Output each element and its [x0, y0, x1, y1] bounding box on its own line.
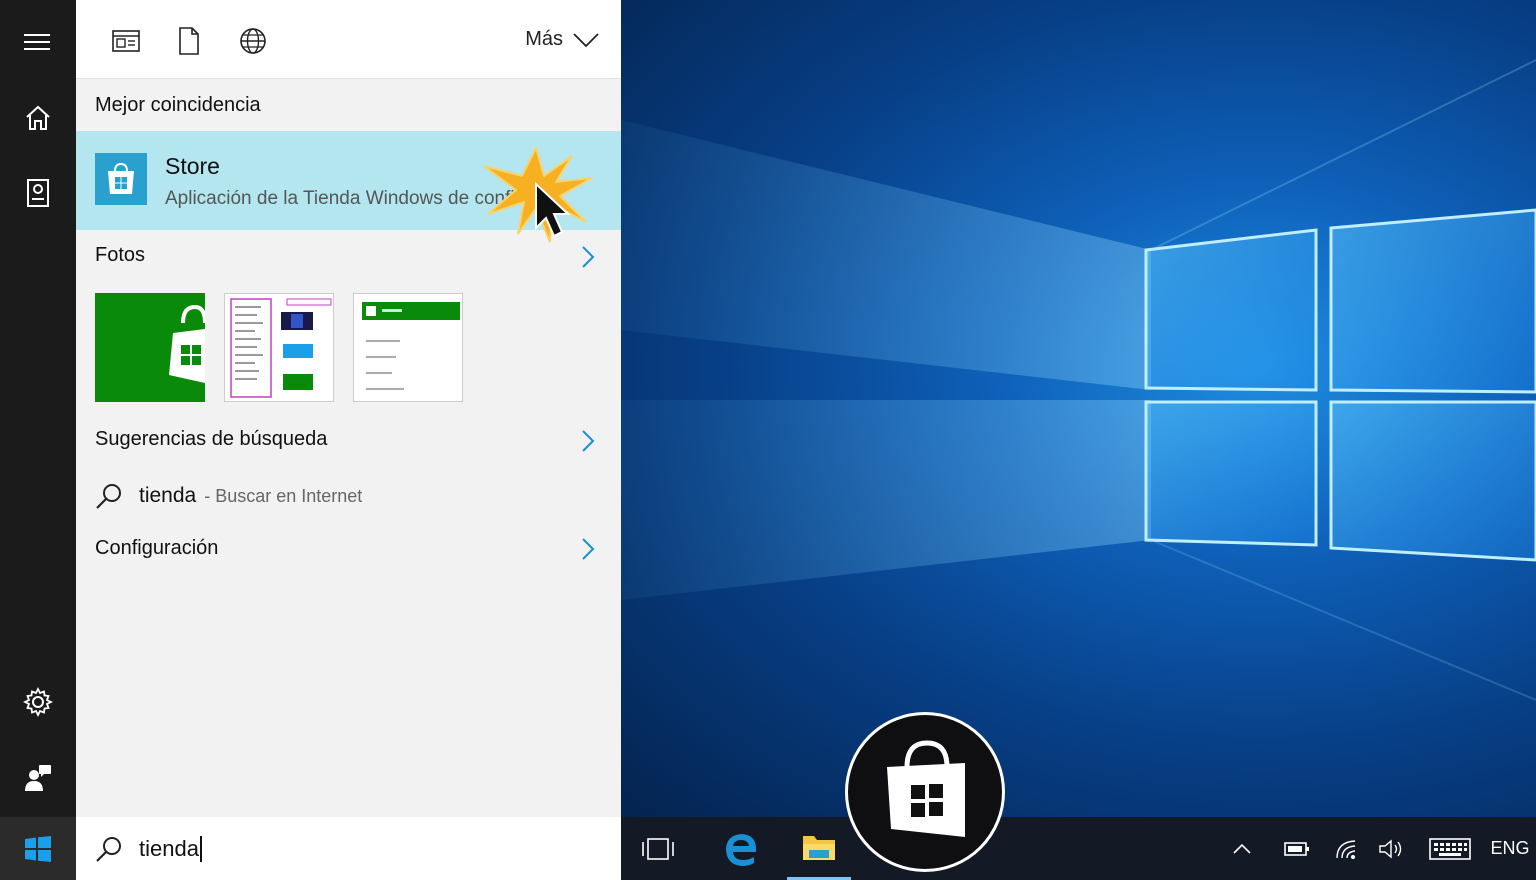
search-suggestions-header[interactable]: Sugerencias de búsqueda	[95, 428, 327, 451]
photos-header[interactable]: Fotos	[95, 244, 145, 267]
notebook-icon	[27, 179, 49, 207]
input-language-button[interactable]: ENG	[1487, 817, 1533, 880]
gear-icon	[23, 687, 53, 717]
documents-filter-button[interactable]	[172, 24, 206, 58]
result-title: Store	[165, 153, 220, 179]
web-filter-button[interactable]	[236, 24, 270, 58]
task-view-icon	[642, 837, 674, 860]
keyboard-icon	[1429, 837, 1471, 860]
settings-button[interactable]	[0, 674, 76, 730]
suggestion-hint: - Buscar en Internet	[204, 485, 363, 506]
chevron-up-icon	[1233, 843, 1251, 854]
suggestions-chevron-right-icon[interactable]	[581, 429, 595, 453]
wifi-icon	[1336, 839, 1356, 859]
store-icon-zoom-callout	[845, 712, 1005, 872]
apps-filter-button[interactable]	[109, 24, 143, 58]
more-filters-button[interactable]: Más	[525, 28, 599, 51]
chevron-down-icon	[573, 32, 599, 47]
folder-icon	[803, 836, 835, 860]
search-box[interactable]: tienda	[76, 817, 621, 880]
click-burst-cursor	[483, 145, 593, 243]
windows-logo-light-beams	[621, 59, 1536, 701]
file-explorer-taskbar-button[interactable]	[787, 817, 851, 880]
edge-taskbar-button[interactable]	[716, 817, 766, 880]
more-label: Más	[525, 28, 563, 50]
store-logo-image	[169, 304, 205, 383]
filter-bar: Más	[76, 0, 621, 79]
volume-button[interactable]	[1373, 817, 1409, 880]
apps-filter-icon	[112, 30, 140, 52]
store-bag-icon	[108, 162, 134, 194]
start-button[interactable]	[0, 817, 76, 880]
battery-icon	[1284, 841, 1309, 856]
language-indicator: ENG	[1490, 838, 1530, 858]
best-match-header: Mejor coincidencia	[95, 94, 261, 116]
store-bag-icon	[887, 740, 965, 837]
settings-header[interactable]: Configuración	[95, 537, 218, 560]
photos-chevron-right-icon[interactable]	[581, 245, 595, 269]
menu-button[interactable]	[0, 14, 76, 70]
notebook-button[interactable]	[0, 165, 76, 221]
hamburger-icon	[24, 34, 50, 50]
documents-filter-icon	[179, 27, 199, 55]
search-icon	[96, 836, 121, 862]
start-left-rail	[0, 0, 76, 880]
globe-icon	[240, 28, 266, 54]
home-button[interactable]	[0, 90, 76, 146]
windows-logo-icon	[25, 835, 51, 862]
task-view-button[interactable]	[633, 817, 683, 880]
store-screenshot-image	[230, 298, 332, 398]
desktop-wallpaper	[621, 0, 1536, 817]
taskbar: ENG	[621, 817, 1536, 880]
search-input[interactable]: tienda	[139, 835, 202, 862]
network-button[interactable]	[1329, 817, 1363, 880]
search-results-panel: Más Mejor coincidencia Store Aplicación …	[76, 0, 621, 817]
feedback-person-icon	[25, 765, 51, 791]
web-suggestion-item[interactable]: tienda - Buscar en Internet	[95, 480, 362, 512]
store-home-screenshot-image	[362, 302, 460, 390]
settings-chevron-right-icon[interactable]	[581, 537, 595, 561]
photo-thumbnail-2[interactable]	[224, 293, 334, 402]
photo-thumbnail-3[interactable]	[353, 293, 463, 402]
store-app-tile	[95, 153, 147, 205]
speaker-icon	[1379, 839, 1402, 858]
edge-browser-icon	[726, 833, 756, 866]
feedback-button[interactable]	[0, 750, 76, 806]
photo-thumbnail-1[interactable]	[95, 293, 205, 402]
suggestion-term: tienda	[139, 484, 197, 507]
show-hidden-icons-button[interactable]	[1227, 817, 1257, 880]
search-icon	[96, 484, 121, 509]
touch-keyboard-button[interactable]	[1427, 817, 1473, 880]
home-icon	[26, 105, 50, 130]
battery-button[interactable]	[1277, 817, 1317, 880]
